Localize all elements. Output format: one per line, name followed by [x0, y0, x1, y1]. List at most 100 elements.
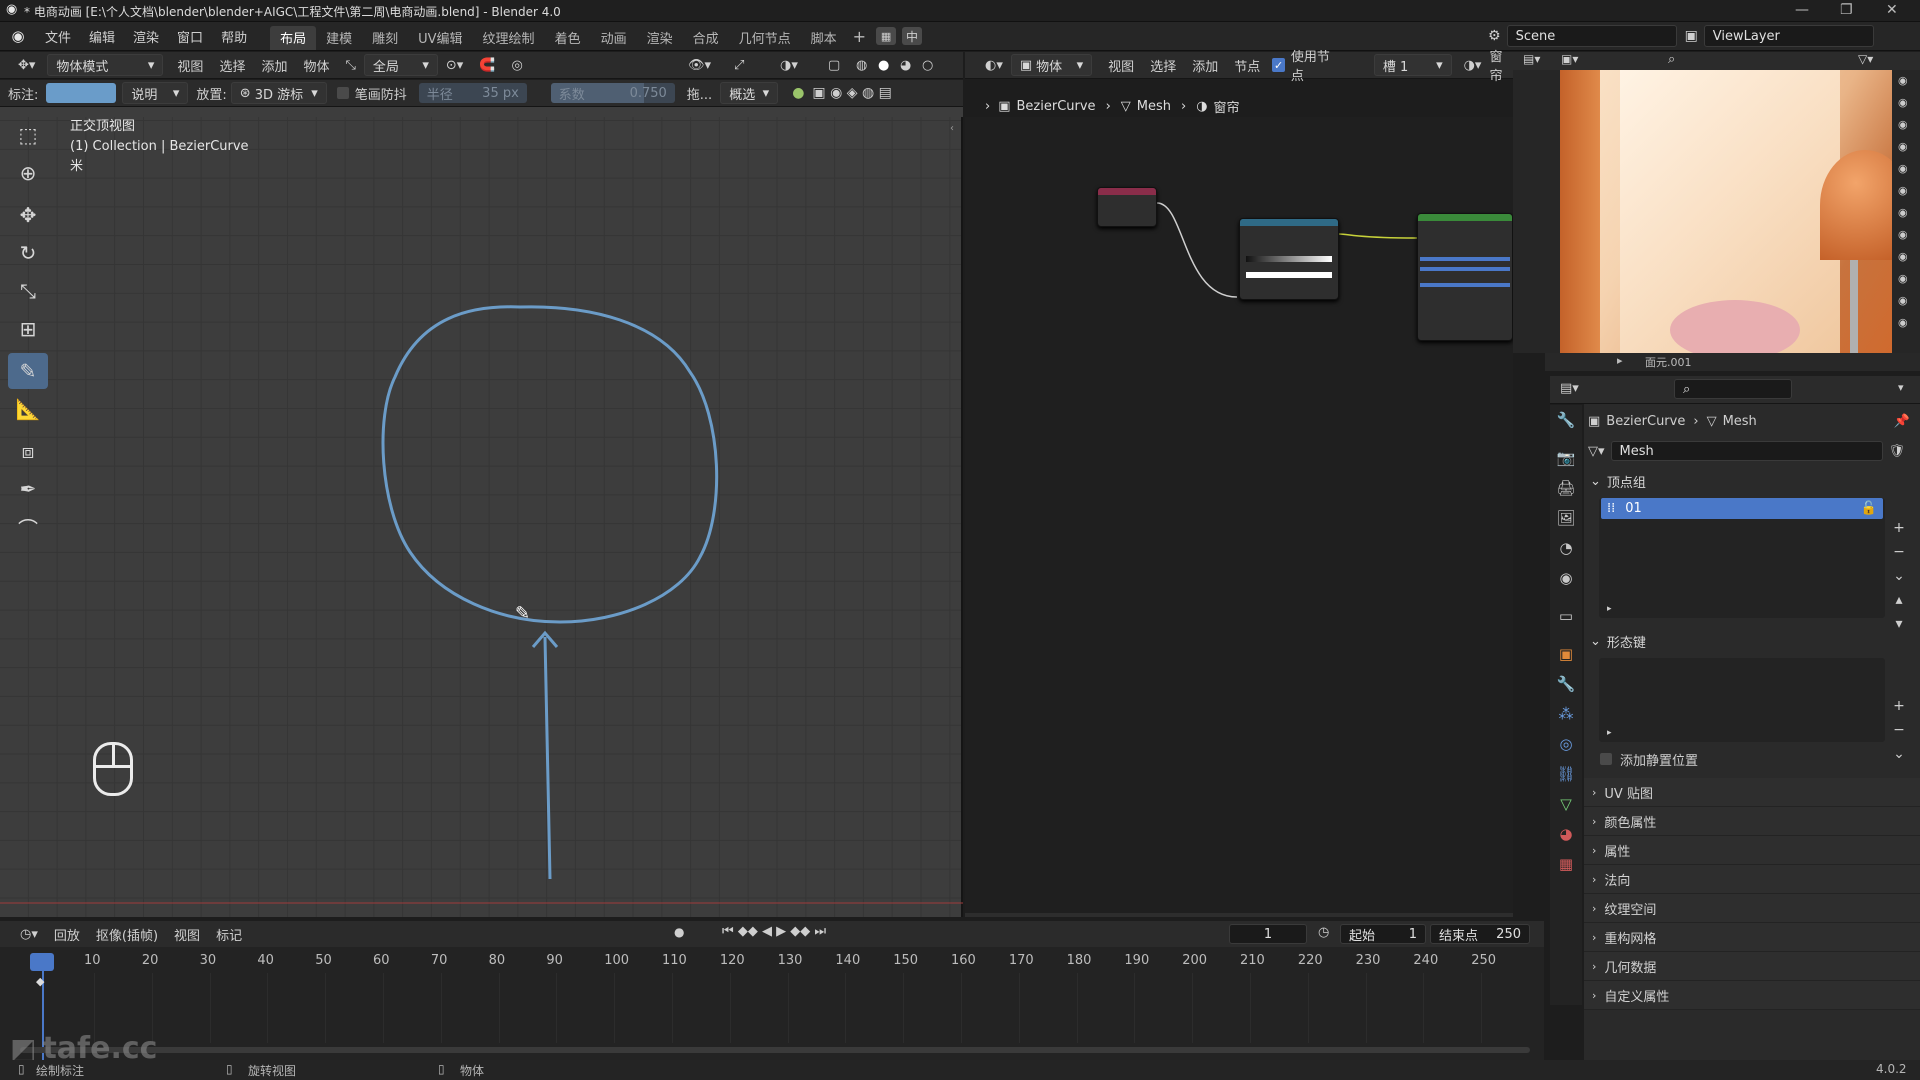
viewport-menu-item[interactable]: 选择: [211, 54, 253, 76]
workspace-tab[interactable]: 合成: [683, 26, 729, 50]
search-icon[interactable]: ⌕: [1668, 52, 1675, 67]
image-editor-icon[interactable]: ▤▾: [1523, 52, 1540, 66]
list-expand-icon[interactable]: ▸: [1607, 604, 1612, 614]
node-scrollbar[interactable]: [965, 913, 1513, 917]
properties-section[interactable]: › 法向: [1584, 865, 1920, 894]
workspace-tab[interactable]: 建模: [316, 26, 362, 50]
menu-item[interactable]: 文件: [36, 22, 80, 51]
image-view-icon[interactable]: ▣▾: [1561, 52, 1578, 66]
workspace-tab[interactable]: 渲染: [637, 26, 683, 50]
placement-dropdown[interactable]: ⊛ 3D 游标 ▾: [230, 82, 327, 104]
vertex-group-list[interactable]: ⁞⁞ 01 🔓 ▸: [1599, 498, 1885, 618]
render-tab-icon[interactable]: 📷: [1550, 443, 1582, 473]
scene-icon[interactable]: ⚙: [1488, 28, 1501, 44]
workspace-tab[interactable]: UV编辑: [408, 26, 472, 50]
shader-object-dropdown[interactable]: ▣ 物体 ▾: [1010, 54, 1093, 76]
scene-field[interactable]: Scene: [1506, 25, 1677, 47]
workspace-tab[interactable]: 动画: [591, 26, 637, 50]
scene-tab-icon[interactable]: ◔: [1550, 533, 1582, 563]
object-tab-icon[interactable]: ▣: [1550, 639, 1582, 669]
vertex-group-side-buttons[interactable]: + − ⌄ ▴ ▾: [1889, 516, 1909, 636]
minimize-button[interactable]: —: [1795, 2, 1809, 18]
properties-section[interactable]: › 颜色属性: [1584, 807, 1920, 836]
slot-dropdown[interactable]: 槽 1 ▾: [1373, 54, 1452, 76]
output-tab-icon[interactable]: 🖨: [1550, 473, 1582, 503]
mesh-name-field[interactable]: Mesh: [1610, 441, 1883, 461]
viewlayer-field[interactable]: ViewLayer: [1703, 25, 1874, 47]
screen-toggle-icon[interactable]: ▦: [876, 27, 897, 45]
proportional-edit-icon[interactable]: ◎: [504, 54, 531, 76]
gizmo-icon[interactable]: ⤢: [726, 54, 752, 76]
tool-tab-icon[interactable]: 🔧: [1550, 405, 1582, 435]
scale-tool-icon[interactable]: ⤡: [8, 273, 48, 309]
properties-section[interactable]: › 几何数据: [1584, 952, 1920, 981]
shader-node-editor[interactable]: › ▣ BezierCurve › ▽ Mesh › ◑ 窗帘: [965, 99, 1513, 917]
node-menu-item[interactable]: 节点: [1226, 54, 1268, 76]
filter-icon[interactable]: ▽▾: [1858, 52, 1873, 66]
select-box-tool-icon[interactable]: ⬚: [8, 117, 48, 153]
view-layer-tab-icon[interactable]: 🖼: [1550, 503, 1582, 533]
vertex-group-item[interactable]: ⁞⁞ 01 🔓: [1601, 498, 1883, 519]
rotate-tool-icon[interactable]: ↻: [8, 235, 48, 271]
lock-icon[interactable]: 🔓: [1861, 501, 1877, 516]
shape-key-list[interactable]: ▸: [1599, 658, 1885, 742]
annotate-tool-icon[interactable]: ✎: [8, 353, 48, 389]
timeline-editor[interactable]: ◷▾ 回放 抠像(插帧) 视图 标记 ● ⏮ ◆◆ ◀ ▶ ◆◆ ⏭ 1 ◷ 起始 1 …: [0, 921, 1544, 1066]
use-nodes-checkbox[interactable]: ✓: [1272, 58, 1285, 72]
keyframe-icon[interactable]: ◆: [36, 975, 44, 988]
color-ramp-node[interactable]: [1239, 218, 1339, 300]
knife-draw-tool-icon[interactable]: ✒: [8, 471, 48, 507]
menu-item[interactable]: 编辑: [80, 22, 124, 51]
cursor-tool-icon[interactable]: ⊕: [8, 155, 48, 191]
3d-viewport[interactable]: 正交顶视图 (1) Collection | BezierCurve 米 ✎ ‹: [0, 117, 963, 917]
shape-list-expand-icon[interactable]: ▸: [1607, 728, 1612, 738]
shape-key-side-buttons[interactable]: + − ⌄: [1889, 694, 1909, 766]
viewlayer-icon[interactable]: ▣: [1685, 28, 1698, 44]
xray-icon[interactable]: ▢: [820, 54, 848, 76]
add-cube-tool-icon[interactable]: ⧈: [8, 433, 48, 469]
close-button[interactable]: ✕: [1886, 2, 1898, 18]
material-browse-icon[interactable]: ◑▾: [1456, 54, 1490, 76]
collection-tab-icon[interactable]: ▭: [1550, 601, 1582, 631]
principled-bsdf-node[interactable]: [1417, 213, 1513, 341]
mode-dropdown[interactable]: 物体模式 ▾: [47, 54, 164, 76]
workspace-tab[interactable]: 布局: [270, 25, 317, 50]
color-mode-icon[interactable]: ●: [792, 85, 804, 101]
properties-section[interactable]: › 重构网格: [1584, 923, 1920, 952]
node-menu-item[interactable]: 视图: [1100, 54, 1142, 76]
workspace-tab[interactable]: 脚本: [801, 26, 847, 50]
material-tab-icon[interactable]: ◕: [1550, 819, 1582, 849]
radius-field[interactable]: 半径 35 px: [418, 83, 527, 103]
data-tab-icon[interactable]: ▽: [1550, 789, 1582, 819]
pin-icon[interactable]: 📌: [1894, 414, 1910, 429]
outliner-peek-row[interactable]: ▸ 面元.001: [1545, 353, 1920, 371]
curve-tool-icon[interactable]: ⌒: [8, 509, 48, 545]
move-tool-icon[interactable]: ✥: [8, 197, 48, 233]
texture-tab-icon[interactable]: ▦: [1550, 849, 1582, 879]
blender-menu-icon[interactable]: ◉: [0, 27, 36, 45]
vertex-groups-header[interactable]: ⌄ 顶点组: [1584, 468, 1920, 494]
fake-user-icon[interactable]: 🛡: [1889, 444, 1906, 459]
world-tab-icon[interactable]: ◉: [1550, 563, 1582, 593]
display-mode-icons[interactable]: ▣ ◉ ◈ ◍ ▤: [812, 85, 891, 101]
pivot-icon[interactable]: ⊙▾: [438, 54, 471, 76]
properties-search[interactable]: ⌕: [1674, 379, 1792, 399]
measure-tool-icon[interactable]: 📐: [8, 391, 48, 427]
playhead[interactable]: [30, 953, 54, 971]
viewport-menu-item[interactable]: 物体: [295, 54, 337, 76]
texcoord-node[interactable]: [1097, 187, 1157, 227]
stabilize-checkbox[interactable]: [336, 87, 349, 99]
properties-section[interactable]: › 自定义属性: [1584, 981, 1920, 1010]
menu-item[interactable]: 窗口: [168, 22, 212, 51]
node-menu-item[interactable]: 添加: [1184, 54, 1226, 76]
node-menu-item[interactable]: 选择: [1142, 54, 1184, 76]
particles-tab-icon[interactable]: ⁂: [1550, 699, 1582, 729]
transform-tool-icon[interactable]: ⊞: [8, 311, 48, 347]
add-workspace-icon[interactable]: +: [853, 27, 866, 46]
editor-type-icon[interactable]: ✥▾: [10, 54, 43, 76]
properties-section[interactable]: › UV 贴图: [1584, 778, 1920, 807]
workspace-tab[interactable]: 几何节点: [729, 26, 801, 50]
snap-icon[interactable]: 🧲: [471, 54, 503, 76]
workspace-tab[interactable]: 雕刻: [362, 26, 408, 50]
properties-editor-icon[interactable]: ▤▾: [1560, 381, 1579, 396]
